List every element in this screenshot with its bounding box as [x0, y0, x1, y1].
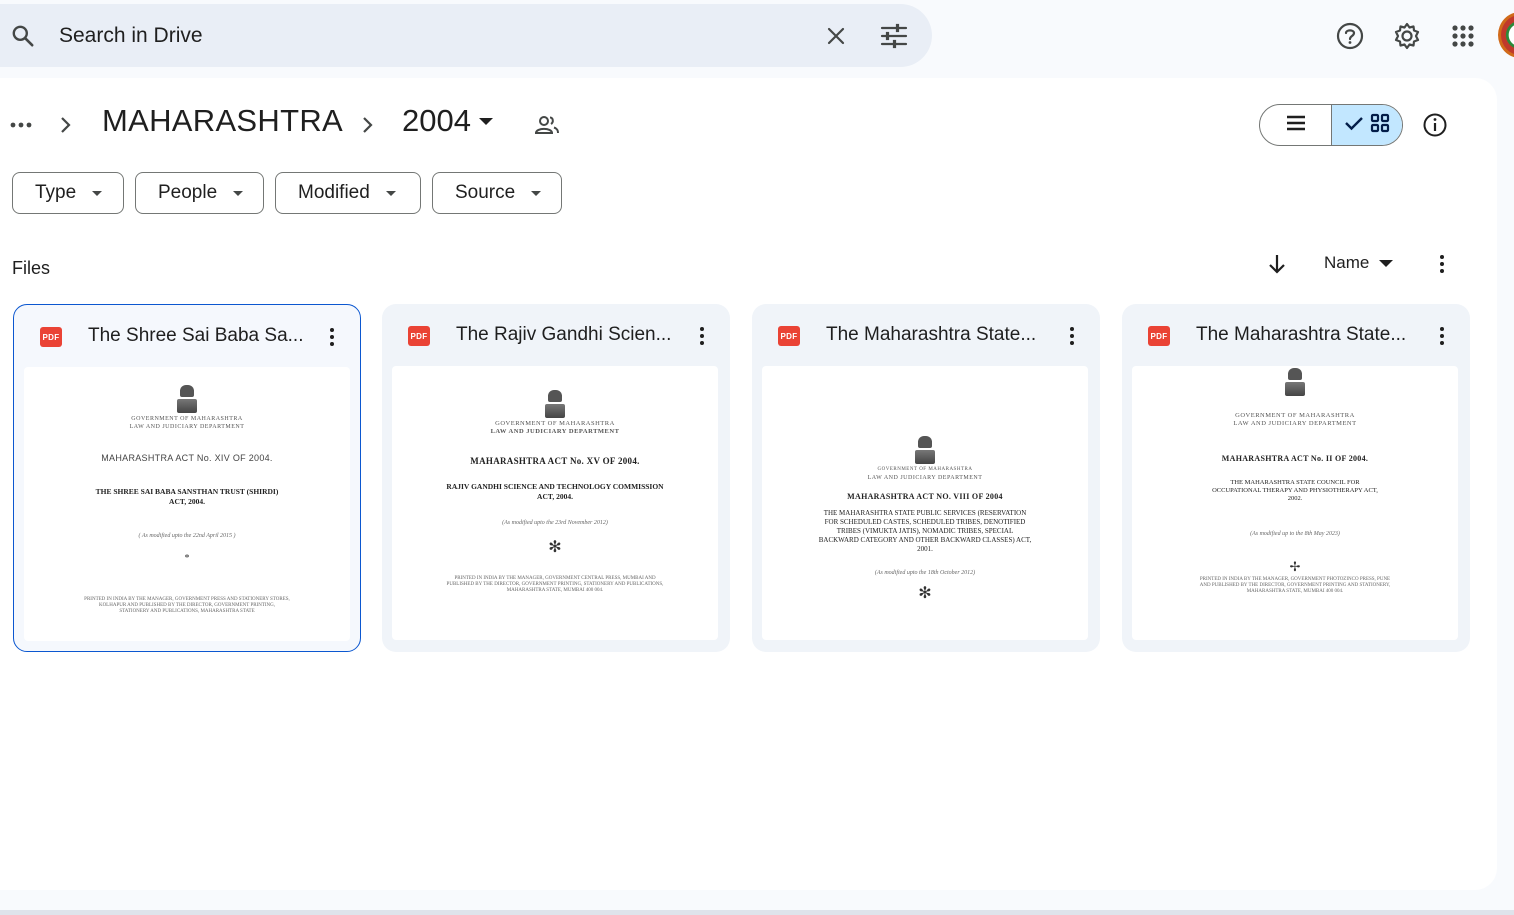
grid-view-button[interactable]	[1331, 105, 1402, 145]
emblem-icon	[544, 390, 566, 420]
preview-dept: LAW AND JUDICIARY DEPARTMENT	[490, 428, 620, 435]
preview-footer: PRINTED IN INDIA BY THE MANAGER, GOVERNM…	[1199, 577, 1391, 594]
bottom-scrollbar[interactable]	[0, 910, 1514, 915]
more-vert-icon[interactable]	[1430, 324, 1454, 348]
filter-type-label: Type	[35, 182, 77, 203]
file-title[interactable]: The Maharashtra State...	[1196, 324, 1416, 346]
people-icon[interactable]	[533, 112, 561, 143]
sort-by-label: Name	[1324, 253, 1370, 272]
chevron-down-icon	[1379, 259, 1394, 267]
search-icon[interactable]	[10, 23, 36, 49]
file-card[interactable]: PDF The Shree Sai Baba Sa... GOVERNMENT …	[13, 304, 361, 652]
preview-gov: GOVERNMENT OF MAHARASHTRA	[1235, 412, 1355, 419]
section-heading: Files	[12, 258, 51, 278]
preview-ornament: ✻	[548, 539, 562, 556]
chevron-right-icon	[358, 113, 376, 142]
breadcrumb-more-icon[interactable]	[8, 112, 34, 138]
preview-ornament: *	[184, 553, 190, 564]
chevron-down-icon	[385, 190, 396, 196]
sort-by-button[interactable]: Name	[1324, 253, 1394, 273]
preview-gov: GOVERNMENT OF MAHARASHTRA	[131, 416, 243, 422]
list-view-button[interactable]	[1260, 105, 1331, 145]
arrow-down-icon[interactable]	[1264, 251, 1290, 277]
preview-footer: PRINTED IN INDIA BY THE MANAGER, GOVERNM…	[446, 576, 664, 593]
pdf-icon: PDF	[778, 326, 800, 346]
filter-modified-label: Modified	[298, 182, 370, 203]
chevron-down-icon	[478, 117, 493, 125]
preview-gov: GOVERNMENT OF MAHARASHTRA	[495, 420, 615, 427]
breadcrumb-parent[interactable]: MAHARASHTRA	[102, 103, 343, 139]
info-icon[interactable]	[1420, 110, 1450, 140]
search-input[interactable]: Search in Drive	[59, 24, 203, 48]
filter-modified[interactable]: Modified	[275, 172, 421, 214]
filter-people-label: People	[158, 182, 218, 203]
breadcrumb-current-label: 2004	[402, 103, 471, 138]
help-icon[interactable]	[1330, 16, 1370, 56]
file-card-header: PDF The Rajiv Gandhi Scien...	[382, 304, 730, 366]
preview-dept: LAW AND JUDICIARY DEPARTMENT	[1233, 420, 1357, 427]
filter-chips: Type People Modified Source	[12, 172, 562, 214]
preview-title: RAJIV GANDHI SCIENCE AND TECHNOLOGY COMM…	[446, 482, 664, 501]
filter-source-label: Source	[455, 182, 516, 203]
close-icon[interactable]	[824, 24, 848, 48]
preview-act: MAHARASHTRA ACT No. XIV OF 2004.	[101, 453, 273, 463]
filter-people[interactable]: People	[135, 172, 264, 214]
more-vert-icon[interactable]	[1430, 251, 1454, 277]
file-thumbnail[interactable]: GOVERNMENT OF MAHARASHTRA LAW AND JUDICI…	[762, 366, 1088, 640]
file-title[interactable]: The Shree Sai Baba Sa...	[88, 325, 308, 347]
apps-grid-icon[interactable]	[1443, 16, 1483, 56]
search-bar[interactable]: Search in Drive	[0, 4, 932, 67]
file-card[interactable]: PDF The Rajiv Gandhi Scien... GOVERNMENT…	[382, 304, 730, 652]
pdf-icon: PDF	[40, 327, 62, 347]
chevron-down-icon	[531, 190, 542, 196]
preview-footer: PRINTED IN INDIA BY THE MANAGER, GOVERNM…	[84, 597, 290, 614]
file-title[interactable]: The Maharashtra State...	[826, 324, 1046, 346]
preview-act: MAHARASHTRA ACT NO. VIII OF 2004	[847, 492, 1003, 501]
file-card[interactable]: PDF The Maharashtra State... GOVERNMENT …	[752, 304, 1100, 652]
grid-view-icon	[1370, 113, 1390, 138]
preview-gov: GOVERNMENT OF MAHARASHTRA	[877, 467, 973, 472]
preview-act: MAHARASHTRA ACT No. II OF 2004.	[1221, 454, 1369, 463]
breadcrumb-current[interactable]: 2004	[402, 103, 493, 139]
tune-icon[interactable]	[880, 23, 908, 49]
more-vert-icon[interactable]	[690, 324, 714, 348]
file-thumbnail[interactable]: GOVERNMENT OF MAHARASHTRA LAW AND JUDICI…	[392, 366, 718, 640]
file-card-header: PDF The Shree Sai Baba Sa...	[14, 305, 360, 367]
file-card[interactable]: PDF The Maharashtra State... GOVERNMENT …	[1122, 304, 1470, 652]
avatar[interactable]	[1498, 12, 1514, 58]
preview-title: THE MAHARASHTRA STATE COUNCIL FOR OCCUPA…	[1212, 479, 1378, 502]
gear-icon[interactable]	[1387, 16, 1427, 56]
file-thumbnail[interactable]: GOVERNMENT OF MAHARASHTRA LAW AND JUDICI…	[1132, 366, 1458, 640]
list-view-icon	[1285, 114, 1307, 137]
more-vert-icon[interactable]	[320, 325, 344, 349]
emblem-icon	[914, 436, 936, 466]
pdf-icon: PDF	[408, 326, 430, 346]
file-title[interactable]: The Rajiv Gandhi Scien...	[456, 324, 676, 346]
filter-source[interactable]: Source	[432, 172, 562, 214]
preview-act: MAHARASHTRA ACT No. XV OF 2004.	[470, 456, 640, 466]
file-card-header: PDF The Maharashtra State...	[752, 304, 1100, 366]
view-toggle[interactable]	[1259, 104, 1403, 146]
chevron-down-icon	[92, 190, 103, 196]
emblem-icon	[1284, 368, 1306, 398]
chevron-down-icon	[233, 190, 244, 196]
chevron-right-icon	[56, 113, 74, 142]
preview-title: THE MAHARASHTRA STATE PUBLIC SERVICES (R…	[818, 509, 1032, 553]
more-vert-icon[interactable]	[1060, 324, 1084, 348]
filter-type[interactable]: Type	[12, 172, 124, 214]
preview-title: THE SHREE SAI BABA SANSTHAN TRUST (SHIRD…	[95, 487, 279, 506]
preview-ornament: ✢	[1289, 559, 1301, 574]
file-card-header: PDF The Maharashtra State...	[1122, 304, 1470, 366]
check-icon	[1344, 115, 1364, 136]
file-thumbnail[interactable]: GOVERNMENT OF MAHARASHTRA LAW AND JUDICI…	[24, 367, 350, 641]
preview-dept: LAW AND JUDICIARY DEPARTMENT	[867, 475, 983, 481]
preview-ornament: ✻	[918, 585, 932, 602]
pdf-icon: PDF	[1148, 326, 1170, 346]
emblem-icon	[176, 385, 198, 415]
preview-dept: LAW AND JUDICIARY DEPARTMENT	[129, 424, 245, 430]
